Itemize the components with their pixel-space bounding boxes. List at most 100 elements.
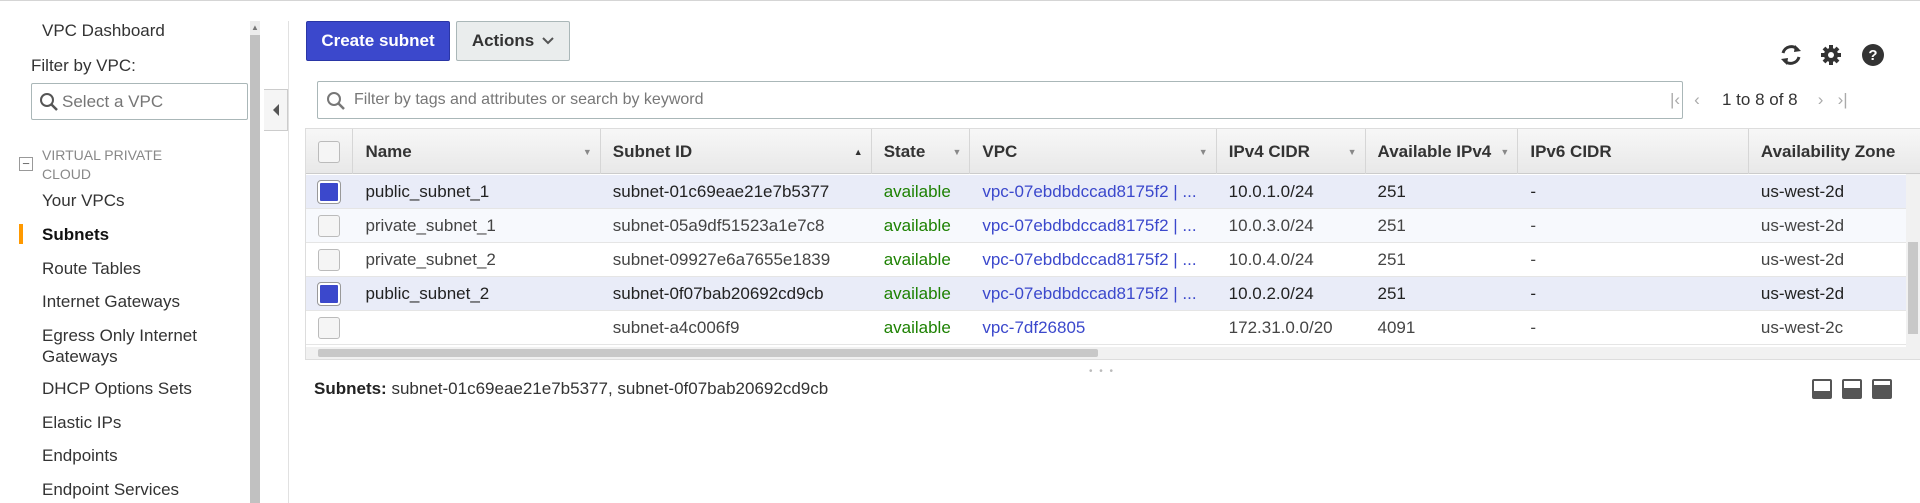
vpc-filter-placeholder: Select a VPC [62, 91, 164, 111]
chevron-down-icon [542, 37, 554, 45]
gear-icon[interactable] [1817, 41, 1845, 69]
cell-ipv4: 172.31.0.0/20 [1228, 317, 1333, 337]
cell-subnet-id: subnet-0f07bab20692cd9cb [612, 283, 824, 303]
cell-ipv4: 10.0.4.0/24 [1228, 249, 1314, 269]
row-checkbox[interactable] [318, 248, 340, 271]
sidebar-scrollbar[interactable] [250, 21, 260, 503]
cell-az: us-west-2d [1760, 283, 1845, 303]
pane-resize-handle[interactable]: • • • [1089, 366, 1115, 377]
active-marker [19, 224, 23, 244]
column-header-vpc[interactable]: VPC ▼ [970, 129, 1217, 174]
column-state-label: State [883, 141, 926, 161]
sort-icon[interactable]: ▼ [1199, 147, 1208, 157]
column-header-subnet-id[interactable]: Subnet ID ▲ [601, 129, 872, 174]
pane-layout-split-icon[interactable] [1842, 379, 1862, 399]
row-checkbox[interactable] [317, 179, 341, 204]
sort-icon[interactable]: ▼ [1348, 147, 1357, 157]
vpc-filter-select[interactable]: Select a VPC [31, 83, 248, 120]
column-subnet-id-label: Subnet ID [612, 141, 693, 161]
column-header-availability-zone[interactable]: Availability Zone [1749, 129, 1920, 174]
sort-icon[interactable]: ▼ [1500, 147, 1509, 157]
table-row[interactable]: private_subnet_1 subnet-05a9df51523a1e7c… [306, 209, 1920, 243]
select-all-checkbox-cell [306, 129, 354, 174]
cell-ipv6: - [1530, 249, 1536, 269]
pagination-text: 1 to 8 of 8 [1722, 90, 1798, 109]
row-checkbox[interactable] [317, 281, 341, 306]
table-row[interactable]: subnet-a4c006f9 available vpc-7df26805 1… [306, 311, 1920, 345]
cell-vpc-link[interactable]: vpc-7df26805 [970, 311, 1216, 345]
sidebar-item-your-vpcs[interactable]: Your VPCs [42, 190, 125, 211]
scrollbar-thumb[interactable] [318, 349, 1098, 357]
svg-text:?: ? [1868, 47, 1877, 64]
main-content: Create subnet Actions ? Filter by tags a… [288, 21, 1920, 503]
row-checkbox[interactable] [318, 316, 340, 339]
column-header-name[interactable]: Name ▼ [353, 129, 601, 174]
cell-name: public_subnet_1 [365, 181, 490, 201]
cell-name: private_subnet_1 [365, 215, 496, 235]
cell-state: available [883, 215, 951, 235]
sort-icon[interactable]: ▼ [952, 147, 961, 157]
column-header-available-ipv4[interactable]: Available IPv4 ▼ [1366, 129, 1519, 174]
sort-asc-icon[interactable]: ▲ [854, 147, 863, 157]
table-row[interactable]: public_subnet_2 subnet-0f07bab20692cd9cb… [306, 277, 1920, 311]
table-row[interactable]: private_subnet_2 subnet-09927e6a7655e183… [306, 243, 1920, 277]
cell-vpc-link[interactable]: vpc-07ebdbdccad8175f2 | ... [970, 175, 1216, 209]
cell-vpc-link[interactable]: vpc-07ebdbdccad8175f2 | ... [970, 243, 1216, 277]
create-subnet-button[interactable]: Create subnet [306, 21, 450, 61]
previous-page-icon[interactable]: ‹ [1686, 89, 1708, 111]
first-page-icon[interactable]: |‹ [1664, 89, 1686, 111]
column-name-label: Name [365, 141, 412, 161]
cell-az: us-west-2c [1760, 317, 1844, 337]
cell-vpc-link[interactable]: vpc-07ebdbdccad8175f2 | ... [970, 277, 1216, 311]
cell-az: us-west-2d [1760, 249, 1845, 269]
row-checkbox[interactable] [318, 214, 340, 237]
cell-available-ipv4: 251 [1377, 283, 1406, 303]
refresh-icon[interactable] [1777, 41, 1805, 69]
column-header-state[interactable]: State ▼ [872, 129, 971, 174]
sidebar-item-dhcp-options-sets[interactable]: DHCP Options Sets [42, 378, 192, 399]
help-icon[interactable]: ? [1859, 41, 1887, 69]
section-title: VIRTUAL PRIVATE CLOUD [42, 147, 163, 182]
filter-by-vpc-label: Filter by VPC: [31, 56, 136, 75]
cell-ipv6: - [1530, 181, 1536, 201]
sidebar-item-internet-gateways[interactable]: Internet Gateways [42, 291, 180, 312]
collapse-sidebar-button[interactable] [264, 89, 288, 131]
scrollbar-thumb[interactable] [1908, 242, 1918, 334]
collapse-section-icon[interactable]: − [19, 157, 33, 171]
vpc-dashboard-link[interactable]: VPC Dashboard [42, 20, 165, 41]
cell-vpc-link[interactable]: vpc-07ebdbdccad8175f2 | ... [970, 209, 1216, 243]
table-row[interactable]: public_subnet_1 subnet-01c69eae21e7b5377… [306, 175, 1920, 209]
sidebar-item-elastic-ips[interactable]: Elastic IPs [42, 412, 121, 433]
search-icon [327, 92, 345, 110]
cell-available-ipv4: 251 [1377, 249, 1406, 269]
row-checkbox-cell [306, 209, 353, 243]
sidebar-item-endpoint-services[interactable]: Endpoint Services [42, 479, 179, 500]
table-horizontal-scrollbar[interactable] [306, 347, 1920, 359]
cell-state: available [883, 283, 951, 303]
cell-ipv6: - [1530, 215, 1536, 235]
selection-details: Subnets: subnet-01c69eae21e7b5377, subne… [314, 379, 828, 399]
column-header-ipv4-cidr[interactable]: IPv4 CIDR ▼ [1217, 129, 1366, 174]
sidebar-item-egress-only-internet-gateways[interactable]: Egress Only Internet Gateways [42, 325, 232, 367]
search-input[interactable]: Filter by tags and attributes or search … [317, 81, 1683, 119]
cell-name [353, 311, 600, 345]
pane-layout-full-icon[interactable] [1872, 379, 1892, 399]
actions-button[interactable]: Actions [456, 21, 570, 61]
cell-az: us-west-2d [1760, 215, 1845, 235]
pane-layout-bottom-icon[interactable] [1812, 379, 1832, 399]
row-checkbox-cell [306, 243, 353, 277]
column-az-label: Availability Zone [1760, 141, 1896, 161]
sort-icon[interactable]: ▼ [583, 147, 592, 157]
cell-available-ipv4: 251 [1377, 215, 1406, 235]
next-page-icon[interactable]: › [1810, 89, 1832, 111]
last-page-icon[interactable]: ›| [1832, 89, 1854, 111]
table-vertical-scrollbar[interactable] [1906, 174, 1920, 359]
column-available-ipv4-label: Available IPv4 [1377, 141, 1492, 161]
sidebar-item-route-tables[interactable]: Route Tables [42, 258, 141, 279]
scroll-up-icon[interactable]: ▲ [250, 21, 260, 35]
sidebar-item-endpoints[interactable]: Endpoints [42, 445, 118, 466]
select-all-checkbox[interactable] [318, 140, 340, 163]
row-checkbox-cell [306, 311, 353, 345]
column-header-ipv6-cidr[interactable]: IPv6 CIDR [1518, 129, 1749, 174]
sidebar-item-subnets[interactable]: Subnets [42, 224, 109, 245]
